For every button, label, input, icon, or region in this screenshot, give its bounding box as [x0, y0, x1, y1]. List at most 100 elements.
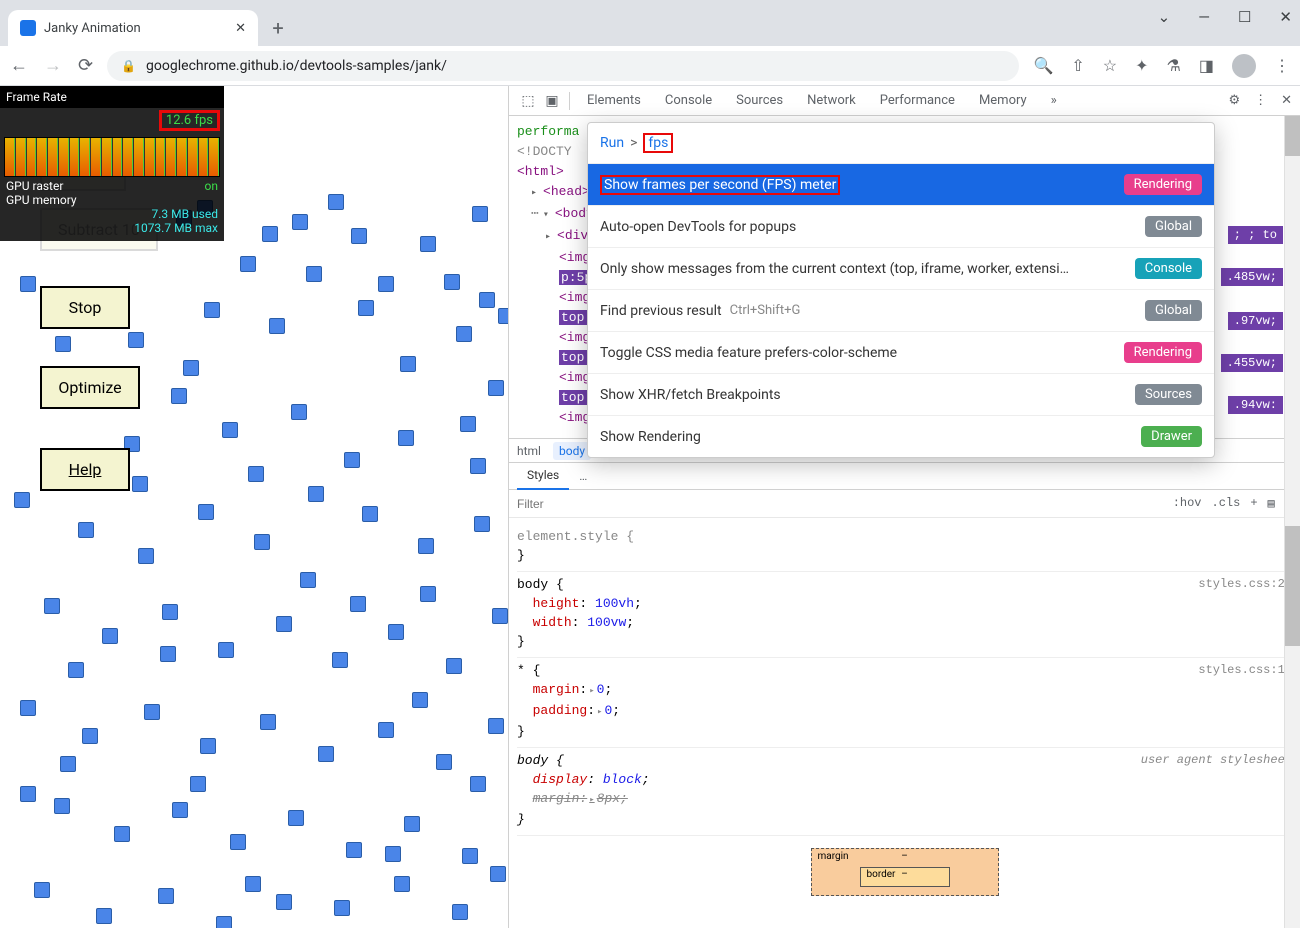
- command-input[interactable]: fps: [643, 133, 673, 153]
- command-menu-item[interactable]: Show RenderingDrawer: [588, 415, 1214, 457]
- titlebar: Janky Animation ✕ + ⌄ — ☐ ✕: [0, 0, 1300, 46]
- minimize-icon[interactable]: —: [1198, 8, 1210, 26]
- kebab-icon[interactable]: ⋮: [1254, 93, 1267, 108]
- omnibox[interactable]: 🔒 googlechrome.github.io/devtools-sample…: [107, 51, 1019, 81]
- share-icon[interactable]: ⇧: [1071, 56, 1084, 75]
- computed-icon[interactable]: ▤: [1268, 496, 1275, 511]
- tab-close-icon[interactable]: ✕: [235, 21, 246, 36]
- gpu-raster-label: GPU raster: [6, 179, 63, 193]
- subtab-styles[interactable]: Styles: [517, 462, 569, 490]
- animated-dot: [400, 356, 416, 372]
- animated-dot: [20, 276, 36, 292]
- category-badge: Global: [1145, 216, 1202, 237]
- animated-dot: [412, 692, 428, 708]
- animated-dot: [488, 380, 504, 396]
- labs-icon[interactable]: ⚗: [1167, 56, 1181, 75]
- animated-dot: [346, 842, 362, 858]
- url-text: googlechrome.github.io/devtools-samples/…: [146, 58, 447, 74]
- stop-button[interactable]: Stop: [40, 286, 130, 329]
- add-rule-icon[interactable]: +: [1250, 496, 1257, 511]
- tab-network[interactable]: Network: [796, 86, 867, 116]
- tabs-more[interactable]: »: [1040, 86, 1068, 116]
- animated-dot: [292, 214, 308, 230]
- animated-dot: [288, 810, 304, 826]
- crumb-html[interactable]: html: [517, 444, 541, 458]
- tab-sources[interactable]: Sources: [725, 86, 794, 116]
- animated-dot: [260, 714, 276, 730]
- close-devtools-icon[interactable]: ✕: [1281, 93, 1292, 108]
- animated-dot: [334, 900, 350, 916]
- gpu-mem-max: 1073.7 MB max: [134, 221, 218, 235]
- tab-performance[interactable]: Performance: [869, 86, 966, 116]
- lock-icon: 🔒: [121, 59, 136, 73]
- extensions-icon[interactable]: ✦: [1135, 56, 1148, 75]
- animated-dot: [358, 300, 374, 316]
- animated-dot: [190, 776, 206, 792]
- src-link[interactable]: styles.css:20: [1198, 575, 1292, 594]
- animated-dot: [138, 548, 154, 564]
- animated-dot: [54, 798, 70, 814]
- animated-dot: [245, 876, 261, 892]
- crumb-body[interactable]: body: [553, 442, 591, 460]
- bookmark-icon[interactable]: ☆: [1103, 56, 1117, 75]
- animated-dot: [394, 876, 410, 892]
- tab-console[interactable]: Console: [654, 86, 723, 116]
- style-peek: .485vw;: [1221, 268, 1283, 286]
- src-link[interactable]: styles.css:15: [1198, 661, 1292, 680]
- device-icon[interactable]: ▣: [541, 93, 563, 109]
- command-menu-item[interactable]: Show frames per second (FPS) meterRender…: [588, 163, 1214, 205]
- fps-value: 12.6 fps: [159, 110, 220, 131]
- animated-dot: [308, 486, 324, 502]
- close-window-icon[interactable]: ✕: [1279, 8, 1292, 26]
- maximize-icon[interactable]: ☐: [1238, 8, 1251, 26]
- css-rules[interactable]: element.style { } styles.css:20 body { h…: [509, 518, 1300, 842]
- command-menu-item[interactable]: Auto-open DevTools for popupsGlobal: [588, 205, 1214, 247]
- animated-dot: [470, 458, 486, 474]
- subtab-more[interactable]: …: [569, 462, 597, 490]
- animated-dot: [418, 538, 434, 554]
- style-peek: .94vw:: [1228, 396, 1283, 414]
- animated-dot: [132, 476, 148, 492]
- animated-dot: [498, 308, 508, 324]
- tab-memory[interactable]: Memory: [968, 86, 1038, 116]
- optimize-button[interactable]: Optimize: [40, 366, 140, 409]
- animated-dot: [474, 516, 490, 532]
- cls-toggle[interactable]: .cls: [1212, 496, 1241, 511]
- category-badge: Rendering: [1124, 342, 1202, 363]
- avatar[interactable]: [1232, 54, 1256, 78]
- settings-icon[interactable]: ⚙: [1228, 93, 1240, 108]
- category-badge: Drawer: [1141, 426, 1202, 447]
- command-menu-item[interactable]: Show XHR/fetch BreakpointsSources: [588, 373, 1214, 415]
- back-icon[interactable]: ←: [10, 55, 28, 76]
- sidepanel-icon[interactable]: ◨: [1199, 56, 1214, 75]
- forward-icon: →: [44, 55, 62, 76]
- help-button[interactable]: Help: [40, 448, 130, 491]
- command-menu-item[interactable]: Only show messages from the current cont…: [588, 247, 1214, 289]
- animated-dot: [362, 506, 378, 522]
- animated-dot: [351, 228, 367, 244]
- chevron-icon: >: [630, 135, 637, 151]
- command-menu-item[interactable]: Toggle CSS media feature prefers-color-s…: [588, 331, 1214, 373]
- animated-dot: [230, 834, 246, 850]
- command-menu: Run > fps Show frames per second (FPS) m…: [587, 122, 1215, 458]
- animated-dot: [218, 642, 234, 658]
- inspect-icon[interactable]: ⬚: [517, 93, 539, 109]
- animated-dot: [60, 756, 76, 772]
- command-menu-item[interactable]: Find previous resultCtrl+Shift+GGlobal: [588, 289, 1214, 331]
- scrollbar[interactable]: [1284, 116, 1300, 928]
- new-tab-button[interactable]: +: [264, 14, 292, 42]
- animated-dot: [269, 318, 285, 334]
- hov-toggle[interactable]: :hov: [1173, 496, 1202, 511]
- browser-tab[interactable]: Janky Animation ✕: [8, 10, 258, 46]
- animated-dot: [444, 274, 460, 290]
- reload-icon[interactable]: ⟳: [78, 55, 93, 76]
- animated-dot: [276, 894, 292, 910]
- styles-filter-input[interactable]: [517, 497, 1173, 511]
- animated-dot: [240, 256, 256, 272]
- fps-overlay: Frame Rate 12.6 fps GPU rasteron GPU mem…: [0, 86, 224, 241]
- chrome-menu-icon[interactable]: ⋮: [1274, 56, 1290, 75]
- tab-elements[interactable]: Elements: [576, 86, 652, 116]
- search-icon[interactable]: 🔍: [1033, 56, 1053, 75]
- chevron-down-icon[interactable]: ⌄: [1158, 8, 1171, 26]
- animated-dot: [276, 616, 292, 632]
